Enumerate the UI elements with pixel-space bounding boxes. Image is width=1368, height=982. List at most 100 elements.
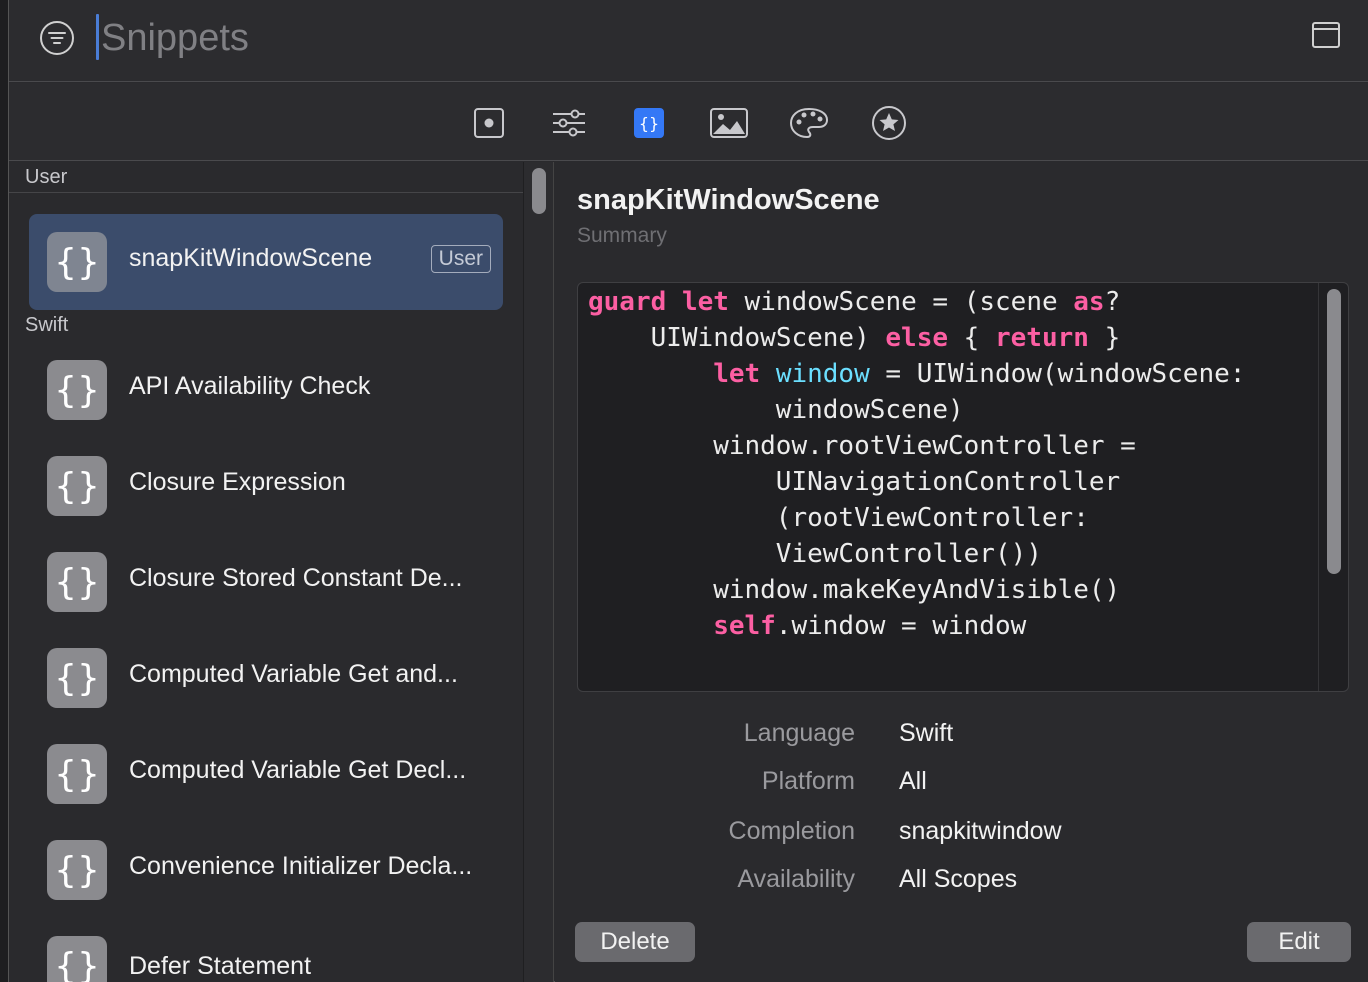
section-divider bbox=[9, 192, 523, 193]
code-line: ViewController()) bbox=[776, 539, 1042, 569]
list-item[interactable]: {} Computed Variable Get and... bbox=[29, 630, 503, 726]
snippet-summary: Summary bbox=[577, 224, 667, 247]
code-keyword: return bbox=[995, 323, 1089, 353]
snippets-tab-icon: {} bbox=[634, 108, 664, 138]
code-identifier: window bbox=[775, 359, 870, 389]
availability-label: Availability bbox=[737, 865, 855, 893]
snippet-list: User {} snapKitWindowScene User Swift {}… bbox=[9, 162, 524, 982]
delete-button[interactable]: Delete bbox=[575, 922, 695, 962]
library-tab-bar: {} bbox=[9, 83, 1368, 161]
list-item[interactable]: {} API Availability Check bbox=[29, 342, 503, 438]
svg-text:{}: {} bbox=[639, 114, 659, 133]
section-header-user: User bbox=[25, 166, 68, 188]
list-item-label: Convenience Initializer Decla... bbox=[129, 852, 473, 880]
platform-label: Platform bbox=[761, 767, 855, 795]
colors-tab-icon bbox=[789, 107, 829, 139]
code-line: UINavigationController bbox=[776, 467, 1120, 497]
list-item-label: Closure Expression bbox=[129, 468, 346, 496]
code-text: ViewController()) bbox=[775, 539, 1042, 569]
list-item-snapkitwindowscene[interactable]: {} snapKitWindowScene User bbox=[29, 214, 503, 310]
scrollbar-thumb[interactable] bbox=[532, 168, 546, 214]
tab-snippets[interactable]: {} bbox=[629, 103, 669, 143]
edit-button[interactable]: Edit bbox=[1247, 922, 1351, 962]
code-text: { bbox=[948, 323, 995, 353]
language-value: Swift bbox=[899, 719, 954, 747]
code-line: windowScene) bbox=[776, 395, 964, 425]
code-line: (rootViewController: bbox=[776, 503, 1089, 533]
scrollbar-thumb[interactable] bbox=[1327, 289, 1341, 574]
snippet-braces-icon: {} bbox=[47, 552, 107, 612]
list-item[interactable]: {} Closure Expression bbox=[29, 438, 503, 534]
code-line: window.makeKeyAndVisible() bbox=[713, 575, 1120, 605]
user-badge: User bbox=[430, 245, 491, 273]
code-text: ? bbox=[1104, 287, 1121, 317]
section-header-swift: Swift bbox=[25, 314, 69, 336]
snippet-braces-icon: {} bbox=[47, 456, 107, 516]
completion-value: snapkitwindow bbox=[899, 817, 1062, 845]
code-text: .window = window bbox=[775, 611, 1027, 641]
sidebar-layout-icon[interactable] bbox=[1311, 20, 1341, 50]
sidebar-scrollbar[interactable] bbox=[524, 162, 554, 982]
code-text: } bbox=[1088, 323, 1121, 353]
code-line: self.window = window bbox=[713, 611, 1026, 641]
snippet-braces-icon: {} bbox=[47, 744, 107, 804]
snippet-title: snapKitWindowScene bbox=[577, 184, 880, 216]
tab-media[interactable] bbox=[709, 103, 749, 143]
list-item-label: API Availability Check bbox=[129, 372, 371, 400]
code-text: (rootViewController: bbox=[775, 503, 1089, 533]
code-text: window.makeKeyAndVisible() bbox=[713, 575, 1121, 605]
snippet-braces-icon: {} bbox=[47, 232, 107, 292]
snippet-braces-icon: {} bbox=[47, 360, 107, 420]
snippet-detail: snapKitWindowScene Summary guard let win… bbox=[555, 162, 1368, 982]
list-item-label: Computed Variable Get and... bbox=[129, 660, 458, 688]
list-item[interactable]: {} Convenience Initializer Decla... bbox=[29, 822, 503, 918]
code-line: let window = UIWindow(windowScene: bbox=[713, 359, 1245, 389]
availability-value: All Scopes bbox=[899, 865, 1018, 893]
list-item-label: Computed Variable Get Decl... bbox=[129, 756, 467, 784]
symbols-tab-icon bbox=[872, 106, 906, 140]
search-bar bbox=[9, 0, 1368, 82]
modifiers-tab-icon bbox=[553, 109, 585, 137]
tab-symbols[interactable] bbox=[869, 103, 909, 143]
code-text: UIWindowScene) bbox=[650, 323, 886, 353]
list-item-label: Closure Stored Constant De... bbox=[129, 564, 463, 592]
snippet-braces-icon: {} bbox=[47, 936, 107, 982]
code-keyword: guard bbox=[588, 287, 667, 317]
search-input[interactable] bbox=[101, 10, 801, 66]
code-keyword: let bbox=[713, 359, 761, 389]
platform-value: All bbox=[899, 767, 927, 795]
list-item-label: snapKitWindowScene bbox=[129, 244, 373, 272]
code-line: UIWindowScene) else { return } bbox=[651, 323, 1121, 353]
code-keyword: self bbox=[713, 611, 776, 641]
list-item-label: Defer Statement bbox=[129, 952, 312, 980]
snippet-braces-icon: {} bbox=[47, 648, 107, 708]
media-tab-icon bbox=[710, 108, 748, 138]
code-text: windowScene = (scene bbox=[728, 287, 1074, 317]
tab-colors[interactable] bbox=[789, 103, 829, 143]
list-item[interactable]: {} Defer Statement bbox=[29, 918, 503, 982]
language-label: Language bbox=[743, 719, 855, 747]
code-preview[interactable]: guard let windowScene = (scene as? UIWind… bbox=[577, 282, 1349, 692]
code-keyword: let bbox=[681, 287, 729, 317]
code-text: UINavigationController bbox=[775, 467, 1121, 497]
views-tab-icon bbox=[474, 108, 504, 138]
text-caret bbox=[96, 14, 99, 60]
code-keyword: else bbox=[885, 323, 949, 353]
filter-icon[interactable] bbox=[39, 20, 75, 56]
completion-label: Completion bbox=[728, 817, 855, 845]
snippets-library-window: {} User bbox=[8, 0, 1368, 982]
code-text: = UIWindow(windowScene: bbox=[869, 359, 1246, 389]
code-text: window.rootViewController = bbox=[713, 431, 1136, 461]
list-item[interactable]: {} Closure Stored Constant De... bbox=[29, 534, 503, 630]
tab-views[interactable] bbox=[469, 103, 509, 143]
snippet-braces-icon: {} bbox=[47, 840, 107, 900]
code-keyword: as bbox=[1073, 287, 1105, 317]
code-line: guard let windowScene = (scene as? bbox=[588, 287, 1120, 317]
list-item[interactable]: {} Computed Variable Get Decl... bbox=[29, 726, 503, 822]
code-scrollbar[interactable] bbox=[1318, 283, 1348, 691]
tab-modifiers[interactable] bbox=[549, 103, 589, 143]
code-text: windowScene) bbox=[775, 395, 964, 425]
code-line: window.rootViewController = bbox=[713, 431, 1136, 461]
